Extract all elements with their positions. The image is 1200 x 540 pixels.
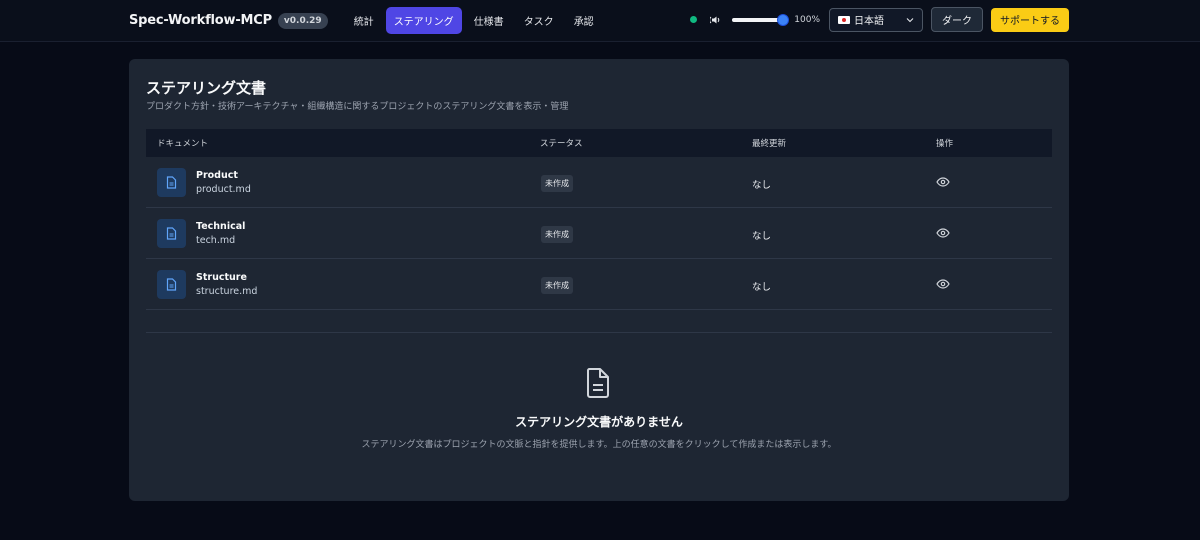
column-status: ステータス — [540, 139, 583, 149]
volume-level: 100% — [794, 14, 820, 25]
column-document: ドキュメント — [157, 139, 209, 149]
page-subtitle: プロダクト方針・技術アーキテクチャ・組織構造に関するプロジェクトのステアリング文… — [146, 102, 569, 112]
last-updated: なし — [752, 282, 772, 293]
document-name: Technical — [196, 221, 246, 232]
steering-card: ステアリング文書 プロダクト方針・技術アーキテクチャ・組織構造に関するプロジェク… — [129, 59, 1069, 501]
status-badge: 未作成 — [541, 226, 573, 243]
document-filename: structure.md — [196, 286, 258, 297]
volume-slider-handle[interactable] — [777, 13, 790, 26]
page-title: ステアリング文書 — [146, 79, 267, 97]
nav-tab-tasks[interactable]: タスク — [516, 7, 562, 34]
support-button[interactable]: サポートする — [991, 7, 1069, 32]
table-row-technical[interactable]: Technical tech.md 未作成 なし — [146, 208, 1052, 259]
column-actions: 操作 — [936, 139, 954, 149]
document-icon — [157, 168, 186, 197]
theme-toggle-button[interactable]: ダーク — [931, 7, 983, 32]
eye-icon[interactable] — [936, 177, 950, 187]
eye-icon[interactable] — [936, 228, 950, 238]
section-divider — [146, 332, 1052, 333]
main-nav: 統計 ステアリング 仕様書 タスク 承認 — [346, 7, 606, 34]
column-updated: 最終更新 — [752, 139, 787, 149]
last-updated: なし — [752, 180, 772, 191]
document-name: Structure — [196, 272, 247, 283]
connection-status-dot — [690, 16, 698, 23]
status-badge: 未作成 — [541, 175, 573, 192]
document-filename: product.md — [196, 184, 251, 195]
japan-flag-icon — [838, 15, 850, 24]
table-row-structure[interactable]: Structure structure.md 未作成 なし — [146, 259, 1052, 310]
document-filename: tech.md — [196, 235, 236, 246]
steering-table: ドキュメント ステータス 最終更新 操作 Product product.md … — [146, 129, 1052, 310]
last-updated: なし — [752, 231, 772, 242]
nav-tab-approvals[interactable]: 承認 — [566, 7, 602, 34]
table-row-product[interactable]: Product product.md 未作成 なし — [146, 157, 1052, 208]
sound-icon[interactable] — [710, 14, 722, 26]
document-icon — [586, 368, 609, 398]
app-title[interactable]: Spec-Workflow-MCP — [129, 13, 272, 28]
status-badge: 未作成 — [541, 277, 573, 294]
chevron-down-icon — [906, 17, 914, 22]
header-controls: 100% 日本語 ダーク サポートする — [690, 7, 1069, 32]
table-header: ドキュメント ステータス 最終更新 操作 — [146, 129, 1052, 157]
empty-state-title: ステアリング文書がありません — [515, 415, 683, 429]
top-navbar: Spec-Workflow-MCP v0.0.29 統計 ステアリング 仕様書 … — [0, 0, 1200, 42]
volume-slider[interactable] — [732, 13, 790, 26]
language-label: 日本語 — [854, 16, 884, 27]
language-select[interactable]: 日本語 — [829, 7, 923, 32]
document-name: Product — [196, 170, 238, 181]
version-badge: v0.0.29 — [277, 12, 328, 29]
document-icon — [157, 219, 186, 248]
empty-state-description: ステアリング文書はプロジェクトの文脈と指針を提供します。上の任意の文書をクリック… — [361, 440, 837, 450]
nav-tab-stats[interactable]: 統計 — [346, 7, 382, 34]
nav-tab-steering[interactable]: ステアリング — [385, 7, 462, 34]
nav-tab-specs[interactable]: 仕様書 — [466, 7, 512, 34]
document-icon — [157, 270, 186, 299]
eye-icon[interactable] — [936, 279, 950, 289]
